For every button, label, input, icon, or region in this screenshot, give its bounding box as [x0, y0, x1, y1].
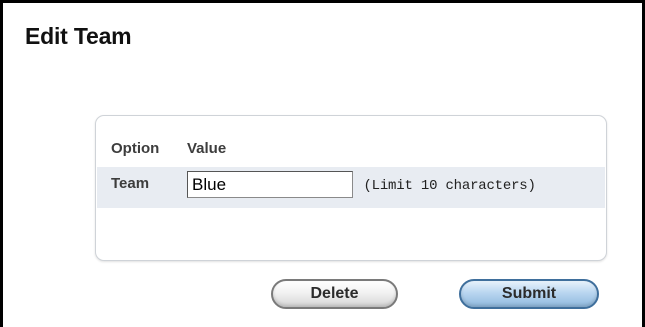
table-header-row: Option Value	[97, 134, 605, 167]
character-limit-hint: (Limit 10 characters)	[363, 178, 536, 194]
submit-button[interactable]: Submit	[459, 279, 599, 309]
team-value-cell: (Limit 10 characters)	[187, 167, 605, 208]
team-label: Team	[97, 167, 187, 208]
page-title: Edit Team	[25, 23, 132, 49]
value-column-header: Value	[187, 140, 227, 157]
edit-team-window: Edit Team Option Value Team (Limit 10 ch…	[0, 0, 645, 327]
team-name-input[interactable]	[187, 171, 353, 198]
option-value-table: Option Value Team (Limit 10 characters)	[97, 134, 605, 208]
option-column-header: Option	[111, 140, 160, 157]
edit-team-panel: Option Value Team (Limit 10 characters)	[95, 115, 607, 261]
team-row: Team (Limit 10 characters)	[97, 167, 605, 208]
delete-button[interactable]: Delete	[271, 279, 398, 309]
